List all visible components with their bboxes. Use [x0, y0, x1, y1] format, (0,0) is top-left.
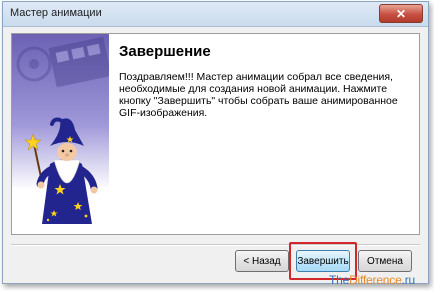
- title-bar: Мастер анимации ✕: [3, 2, 428, 27]
- content-area: Завершение Поздравляем!!! Мастер анимаци…: [109, 33, 420, 235]
- button-separator: [11, 244, 420, 246]
- watermark-part-the: The: [329, 273, 350, 287]
- window-title: Мастер анимации: [10, 7, 102, 19]
- wizard-window: Мастер анимации ✕ Завершение Поздравляем…: [2, 1, 429, 284]
- page-heading: Завершение: [119, 43, 211, 60]
- back-button[interactable]: < Назад: [235, 250, 289, 272]
- description-text: Поздравляем!!! Мастер анимации собрал вс…: [119, 71, 398, 119]
- watermark: TheDifference.ru: [329, 273, 415, 287]
- cancel-button[interactable]: Отмена: [358, 250, 412, 272]
- finish-button[interactable]: Завершить: [296, 250, 350, 272]
- watermark-part-difference: Difference: [349, 273, 402, 287]
- close-icon: ✕: [395, 6, 407, 21]
- watermark-part-domain: .ru: [401, 273, 416, 287]
- wizard-side-panel: [11, 33, 111, 235]
- close-button[interactable]: ✕: [379, 4, 423, 23]
- wizard-icon: [16, 36, 110, 224]
